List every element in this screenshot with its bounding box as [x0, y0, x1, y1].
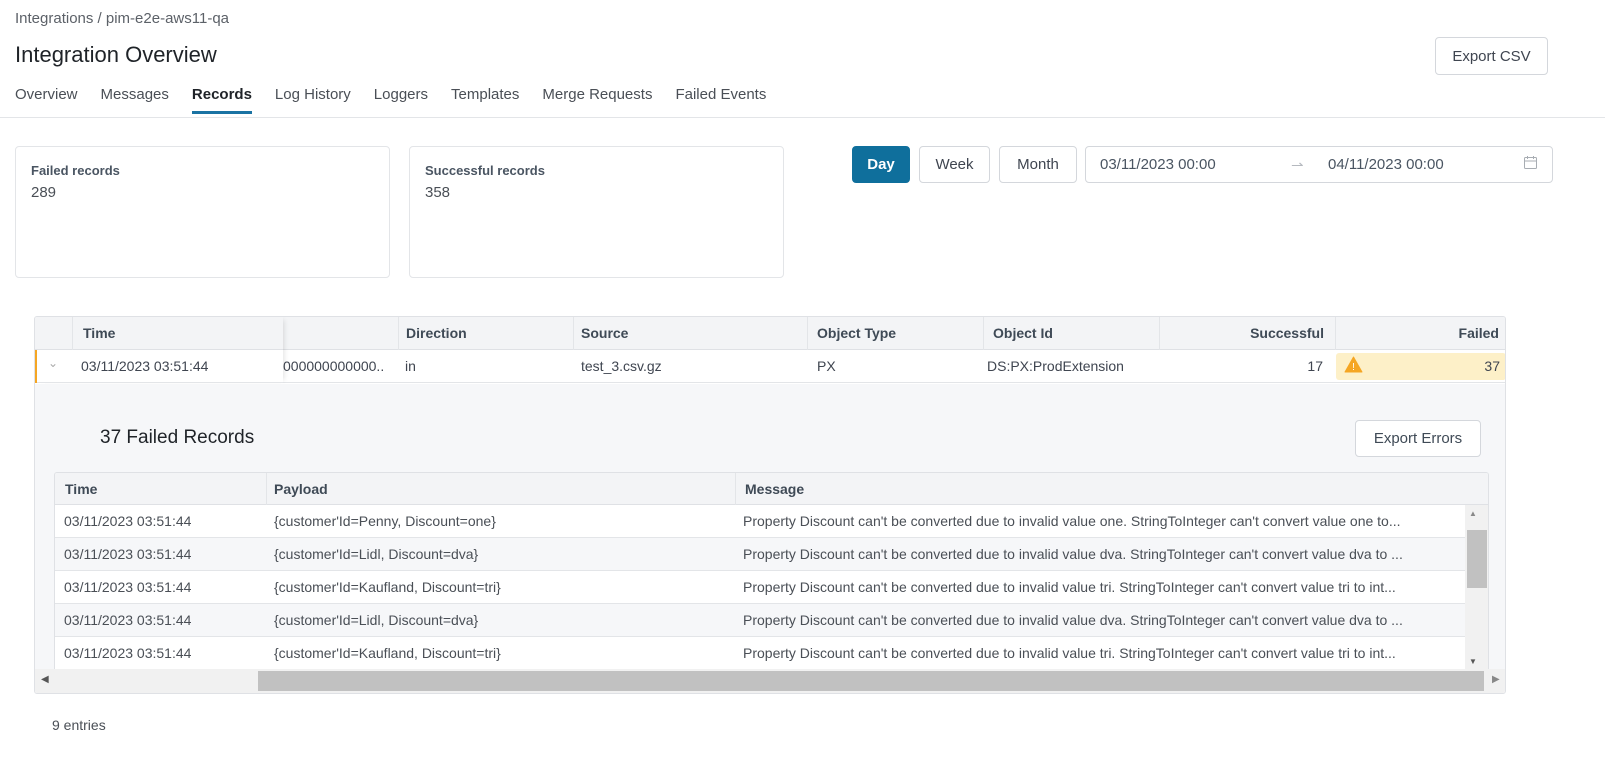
week-button[interactable]: Week [919, 146, 990, 183]
failed-record-row[interactable]: 03/11/2023 03:51:44 {customer'Id=Kaufland… [55, 637, 1465, 670]
warning-icon: ! [1344, 356, 1363, 378]
page-title: Integration Overview [15, 42, 217, 67]
card-label: Failed records [31, 163, 120, 178]
tab-templates[interactable]: Templates [451, 86, 519, 114]
chevron-down-icon[interactable]: ⌄ [48, 356, 58, 370]
col-time[interactable]: Time [83, 325, 115, 341]
col-object-type[interactable]: Object Type [817, 325, 896, 341]
row-payload: {customer'Id=Penny, Discount=one} [274, 513, 496, 529]
table-header: Time Direction Source Object Type Object… [35, 317, 1505, 350]
col-successful[interactable]: Successful [1250, 325, 1324, 341]
date-range-picker[interactable]: 03/11/2023 00:00 ⇀ 04/11/2023 00:00 [1085, 146, 1553, 183]
row-time: 03/11/2023 03:51:44 [81, 358, 209, 374]
failed-badge: ! 37 [1336, 353, 1505, 380]
row-time: 03/11/2023 03:51:44 [64, 513, 192, 529]
row-successful: 17 [1307, 358, 1323, 374]
svg-text:!: ! [1352, 362, 1355, 373]
col-message[interactable]: Message [745, 481, 804, 497]
card-value: 358 [425, 184, 451, 201]
row-direction: in [405, 358, 416, 374]
row-id-truncated: 000000000000... [283, 358, 383, 374]
row-object-type: PX [817, 358, 836, 374]
tab-overview[interactable]: Overview [15, 86, 78, 114]
calendar-icon[interactable] [1523, 155, 1538, 174]
col-time[interactable]: Time [65, 481, 97, 497]
end-date-input[interactable]: 04/11/2023 00:00 [1328, 156, 1444, 173]
col-object-id[interactable]: Object Id [993, 325, 1053, 341]
tab-merge-requests[interactable]: Merge Requests [542, 86, 652, 114]
table-row[interactable]: ⌄ 03/11/2023 03:51:44 000000000000... in… [35, 350, 1505, 383]
failed-record-row[interactable]: 03/11/2023 03:51:44 {customer'Id=Kaufland… [55, 571, 1465, 604]
breadcrumb[interactable]: Integrations / pim-e2e-aws11-qa [15, 10, 229, 27]
day-button[interactable]: Day [852, 146, 910, 183]
row-time: 03/11/2023 03:51:44 [64, 612, 192, 628]
tab-bar: Overview Messages Records Log History Lo… [15, 86, 766, 114]
failed-records-card: Failed records 289 [15, 146, 390, 278]
detail-title: 37 Failed Records [100, 427, 255, 448]
row-message: Property Discount can't be converted due… [743, 645, 1396, 661]
entries-count: 9 entries [52, 717, 106, 733]
row-payload: {customer'Id=Kaufland, Discount=tri} [274, 579, 501, 595]
arrow-right-icon: ⇀ [1291, 157, 1304, 174]
row-payload: {customer'Id=Lidl, Discount=dva} [274, 546, 479, 562]
failed-record-row[interactable]: 03/11/2023 03:51:44 {customer'Id=Lidl, Di… [55, 538, 1465, 571]
row-time: 03/11/2023 03:51:44 [64, 579, 192, 595]
tab-failed-events[interactable]: Failed Events [675, 86, 766, 114]
row-message: Property Discount can't be converted due… [743, 579, 1396, 595]
successful-records-card: Successful records 358 [409, 146, 784, 278]
row-source: test_3.csv.gz [581, 358, 662, 374]
tab-records[interactable]: Records [191, 86, 252, 114]
row-time: 03/11/2023 03:51:44 [64, 546, 192, 562]
records-table: Time Direction Source Object Type Object… [34, 316, 1506, 694]
row-payload: {customer'Id=Lidl, Discount=dva} [274, 612, 479, 628]
expanded-detail-panel: 37 Failed Records Export Errors Time Pay… [35, 384, 1505, 672]
failed-record-row[interactable]: 03/11/2023 03:51:44 {customer'Id=Penny, D… [55, 505, 1465, 538]
horizontal-scrollbar[interactable]: ◀ ▶ [35, 669, 1505, 693]
inner-vertical-scrollbar[interactable]: ▲ ▼ [1465, 505, 1488, 670]
failed-records-table: Time Payload Message 03/11/2023 03:51:44… [54, 472, 1489, 672]
row-payload: {customer'Id=Kaufland, Discount=tri} [274, 645, 501, 661]
row-message: Property Discount can't be converted due… [743, 546, 1403, 562]
card-label: Successful records [425, 163, 545, 178]
failed-record-row[interactable]: 03/11/2023 03:51:44 {customer'Id=Lidl, Di… [55, 604, 1465, 637]
start-date-input[interactable]: 03/11/2023 00:00 [1100, 156, 1216, 173]
divider [0, 117, 1605, 118]
row-object-id: DS:PX:ProdExtension [987, 358, 1124, 374]
tab-loggers[interactable]: Loggers [374, 86, 428, 114]
col-failed[interactable]: Failed [1459, 325, 1499, 341]
row-message: Property Discount can't be converted due… [743, 513, 1401, 529]
row-failed: 37 [1484, 358, 1500, 374]
card-value: 289 [31, 184, 57, 201]
col-direction[interactable]: Direction [406, 325, 467, 341]
export-csv-button[interactable]: Export CSV [1435, 37, 1548, 75]
tab-messages[interactable]: Messages [101, 86, 169, 114]
col-source[interactable]: Source [581, 325, 628, 341]
export-errors-button[interactable]: Export Errors [1355, 420, 1481, 457]
month-button[interactable]: Month [999, 146, 1077, 183]
tab-log-history[interactable]: Log History [275, 86, 351, 114]
row-time: 03/11/2023 03:51:44 [64, 645, 192, 661]
row-message: Property Discount can't be converted due… [743, 612, 1403, 628]
col-payload[interactable]: Payload [274, 481, 328, 497]
